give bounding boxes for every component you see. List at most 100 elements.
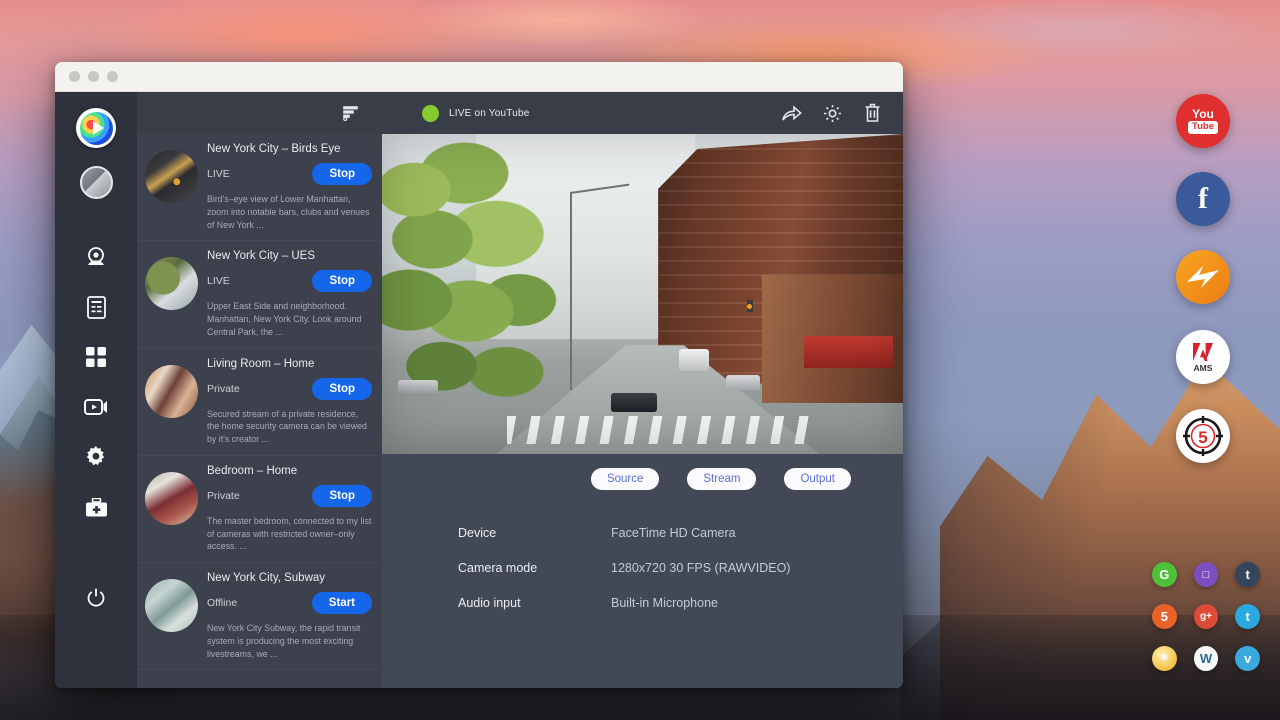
camera-action-button[interactable]: Stop xyxy=(312,485,372,507)
google-plus-icon[interactable]: g+ xyxy=(1194,604,1219,629)
camera-status: Offline xyxy=(207,597,237,609)
camera-title: New York City – UES xyxy=(207,250,372,262)
flare-icon[interactable]: ☀ xyxy=(1152,646,1177,671)
spec-value[interactable]: 1280x720 30 FPS (RAWVIDEO) xyxy=(611,561,790,575)
wordpress-icon[interactable]: W xyxy=(1194,646,1219,671)
sidebar-item-support[interactable] xyxy=(74,485,118,529)
webcam-icon xyxy=(85,247,107,267)
g-icon[interactable]: G xyxy=(1152,562,1177,587)
sidebar-item-cameras[interactable] xyxy=(74,235,118,279)
spec-row-audio-input: Audio input Built-in Microphone xyxy=(458,596,903,610)
window-titlebar xyxy=(55,62,903,92)
add-camera-button[interactable]: + Add Camera xyxy=(137,670,382,688)
camera-status: LIVE xyxy=(207,275,230,287)
camera-description: New York City Subway, the rapid transit … xyxy=(207,622,372,660)
camera-list-column: New York City – Birds Eye LIVE Stop Bird… xyxy=(137,92,382,688)
lightning-icon xyxy=(1185,264,1221,290)
camera-description: Bird's–eye view of Lower Manhattan, zoom… xyxy=(207,193,372,231)
grid-icon xyxy=(85,346,107,368)
twitter-icon[interactable]: t xyxy=(1235,604,1260,629)
video-preview[interactable] xyxy=(382,134,903,454)
list-item[interactable]: New York City, Subway Offline Start New … xyxy=(137,563,382,670)
desktop-icon-adobe-ams[interactable]: AMS xyxy=(1176,330,1230,384)
app-body: New York City – Birds Eye LIVE Stop Bird… xyxy=(55,92,903,688)
camera-title: New York City, Subway xyxy=(207,572,372,584)
list-item[interactable]: New York City – Birds Eye LIVE Stop Bird… xyxy=(137,134,382,241)
spec-label: Device xyxy=(458,526,611,540)
facebook-glyph: f xyxy=(1198,182,1208,216)
desktop-icon-grid: G □ t 5 g+ t ☀ W v xyxy=(1152,562,1260,688)
camera-thumbnail xyxy=(145,257,198,310)
maximize-button[interactable] xyxy=(107,71,118,82)
share-icon[interactable] xyxy=(777,98,807,128)
list-item[interactable]: Living Room – Home Private Stop Secured … xyxy=(137,349,382,456)
sidebar-item-media[interactable] xyxy=(74,385,118,429)
sort-filter-icon[interactable] xyxy=(336,98,366,128)
list-item[interactable]: New York City – UES LIVE Stop Upper East… xyxy=(137,241,382,348)
spec-value[interactable]: FaceTime HD Camera xyxy=(611,526,736,540)
camera-list-header xyxy=(137,92,382,134)
trash-icon[interactable] xyxy=(857,98,887,128)
camera-title: New York City – Birds Eye xyxy=(207,143,372,155)
spec-label: Camera mode xyxy=(458,561,611,575)
power-icon xyxy=(86,588,106,608)
youtube-tube-label: Tube xyxy=(1188,121,1218,133)
camera-action-button[interactable]: Stop xyxy=(312,163,372,185)
twitch-icon[interactable]: □ xyxy=(1194,562,1219,587)
list-item[interactable]: Bedroom – Home Private Stop The master b… xyxy=(137,456,382,563)
camera-description: Secured stream of a private residence, t… xyxy=(207,408,372,446)
tab-source[interactable]: Source xyxy=(591,468,659,490)
video-vignette xyxy=(382,134,903,454)
play-logo-icon xyxy=(80,112,113,145)
svg-text:5: 5 xyxy=(1198,428,1207,447)
camera-list[interactable]: New York City – Birds Eye LIVE Stop Bird… xyxy=(137,134,382,688)
camera-thumbnail xyxy=(145,579,198,632)
tab-stream[interactable]: Stream xyxy=(687,468,756,490)
gear-icon xyxy=(85,446,107,468)
camera-description: The master bedroom, connected to my list… xyxy=(207,515,372,553)
desktop-icon-youtube[interactable]: You Tube xyxy=(1176,94,1230,148)
main-column: LIVE on YouTube xyxy=(382,92,903,688)
gear-icon[interactable] xyxy=(817,98,847,128)
youtube-you-label: You xyxy=(1192,108,1214,120)
camera-status: Private xyxy=(207,490,240,502)
camera-status: LIVE xyxy=(207,168,230,180)
main-header: LIVE on YouTube xyxy=(382,92,903,134)
sidebar-item-user-avatar[interactable] xyxy=(80,166,113,199)
live-status-label: LIVE on YouTube xyxy=(449,108,529,119)
minimize-button[interactable] xyxy=(88,71,99,82)
close-button[interactable] xyxy=(69,71,80,82)
play-triangle-icon xyxy=(93,121,104,135)
live-status-dot xyxy=(422,105,439,122)
sidebar-item-settings[interactable] xyxy=(74,435,118,479)
tab-output[interactable]: Output xyxy=(784,468,851,490)
desktop: New York City – Birds Eye LIVE Stop Bird… xyxy=(0,0,1280,720)
spec-row-camera-mode: Camera mode 1280x720 30 FPS (RAWVIDEO) xyxy=(458,561,903,575)
vimeo-icon[interactable]: v xyxy=(1235,646,1260,671)
first-aid-kit-icon xyxy=(85,498,108,517)
sidebar-item-app-logo[interactable] xyxy=(76,108,116,148)
camera-status: Private xyxy=(207,383,240,395)
source-spec-list: Device FaceTime HD Camera Camera mode 12… xyxy=(382,490,903,631)
target-icon: 5 xyxy=(1181,414,1225,458)
sidebar-item-logs[interactable] xyxy=(74,285,118,329)
camera-title: Bedroom – Home xyxy=(207,465,372,477)
app-window: New York City – Birds Eye LIVE Stop Bird… xyxy=(55,62,903,688)
camera-action-button[interactable]: Stop xyxy=(312,378,372,400)
ams-label: AMS xyxy=(1194,363,1213,373)
camera-action-button[interactable]: Start xyxy=(312,592,372,614)
settings-tabs: Source Stream Output xyxy=(382,454,903,490)
sidebar-item-dashboard[interactable] xyxy=(74,335,118,379)
document-list-icon xyxy=(87,296,106,319)
desktop-icon-five-target[interactable]: 5 xyxy=(1176,409,1230,463)
five-icon[interactable]: 5 xyxy=(1152,604,1177,629)
camera-thumbnail xyxy=(145,150,198,203)
tumblr-icon[interactable]: t xyxy=(1235,562,1260,587)
desktop-icon-facebook[interactable]: f xyxy=(1176,172,1230,226)
camera-thumbnail xyxy=(145,472,198,525)
adobe-icon xyxy=(1191,342,1215,362)
sidebar-item-power[interactable] xyxy=(74,576,118,620)
desktop-icon-wowza[interactable] xyxy=(1176,250,1230,304)
spec-value[interactable]: Built-in Microphone xyxy=(611,596,718,610)
camera-action-button[interactable]: Stop xyxy=(312,270,372,292)
